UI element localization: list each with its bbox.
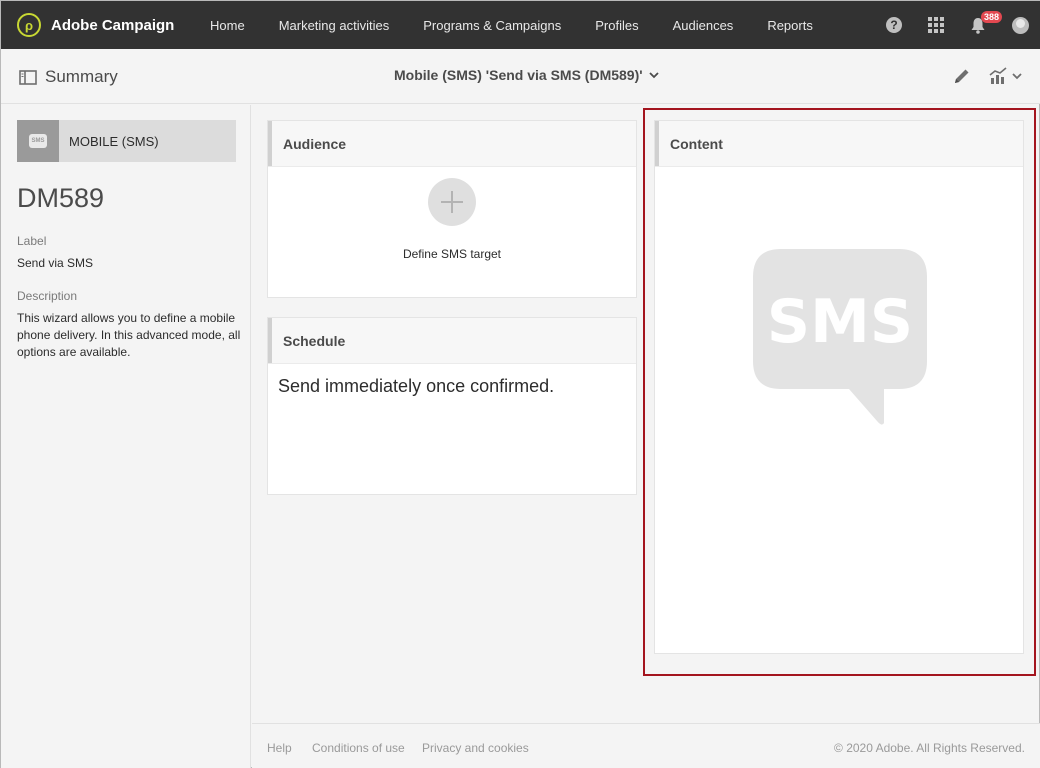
apps-button[interactable] bbox=[915, 1, 957, 49]
summary-label: Summary bbox=[45, 67, 118, 86]
top-navbar: ρ Adobe Campaign Home Marketing activiti… bbox=[1, 1, 1040, 49]
delivery-type: SMS MOBILE (SMS) bbox=[17, 120, 236, 162]
edit-button[interactable] bbox=[953, 67, 971, 90]
content-highlight-frame bbox=[643, 108, 1036, 676]
chevron-down-icon bbox=[648, 72, 659, 79]
adobe-campaign-logo-icon: ρ bbox=[17, 13, 41, 37]
audience-card-header: Audience bbox=[268, 121, 636, 167]
schedule-summary: Send immediately once confirmed. bbox=[278, 376, 555, 396]
schedule-card-header: Schedule bbox=[268, 318, 636, 364]
app-name: Adobe Campaign bbox=[51, 16, 175, 34]
label-heading: Label bbox=[17, 234, 47, 248]
audience-card: Audience Define SMS target bbox=[267, 120, 637, 298]
description-heading: Description bbox=[17, 289, 78, 303]
label-value: Send via SMS bbox=[17, 256, 94, 270]
breadcrumb-title: Mobile (SMS) 'Send via SMS (DM589)' bbox=[394, 67, 643, 83]
breadcrumb[interactable]: Mobile (SMS) 'Send via SMS (DM589)' bbox=[394, 67, 659, 83]
reports-menu-button[interactable] bbox=[989, 67, 1022, 85]
plus-icon bbox=[441, 191, 463, 213]
summary-sidebar: SMS MOBILE (SMS) DM589 Label Send via SM… bbox=[1, 105, 251, 768]
footer-link-conditions[interactable]: Conditions of use bbox=[312, 741, 405, 755]
footer: Help Conditions of use Privacy and cooki… bbox=[252, 723, 1040, 768]
chevron-down-icon bbox=[1012, 73, 1022, 80]
schedule-card[interactable]: Schedule Send immediately once confirmed… bbox=[267, 317, 637, 495]
define-sms-target-link[interactable]: Define SMS target bbox=[268, 247, 636, 261]
nav-item-marketing-activities[interactable]: Marketing activities bbox=[262, 18, 407, 33]
copyright: © 2020 Adobe. All Rights Reserved. bbox=[834, 741, 1025, 755]
description-value: This wizard allows you to define a mobil… bbox=[17, 311, 241, 359]
nav-item-audiences[interactable]: Audiences bbox=[656, 18, 751, 33]
avatar bbox=[1011, 16, 1029, 34]
brand[interactable]: ρ Adobe Campaign bbox=[1, 13, 193, 37]
schedule-title: Schedule bbox=[283, 332, 346, 349]
nav-item-home[interactable]: Home bbox=[193, 18, 262, 33]
nav-item-programs-campaigns[interactable]: Programs & Campaigns bbox=[406, 18, 578, 33]
notifications-button[interactable]: 388 bbox=[957, 1, 1003, 49]
summary-toggle[interactable]: Summary bbox=[19, 67, 118, 87]
delivery-code: DM589 bbox=[17, 183, 105, 213]
chart-icon bbox=[989, 67, 1007, 84]
help-button[interactable]: ? bbox=[873, 1, 915, 49]
sms-icon: SMS bbox=[17, 120, 59, 162]
delivery-type-label: MOBILE (SMS) bbox=[69, 133, 159, 149]
page-header: Summary Mobile (SMS) 'Send via SMS (DM58… bbox=[1, 49, 1040, 104]
user-menu-button[interactable] bbox=[999, 1, 1040, 49]
main-nav: Home Marketing activities Programs & Cam… bbox=[193, 1, 830, 49]
nav-item-reports[interactable]: Reports bbox=[750, 18, 830, 33]
add-target-button[interactable] bbox=[428, 178, 476, 226]
panel-icon bbox=[19, 69, 37, 85]
audience-title: Audience bbox=[283, 135, 347, 152]
pencil-icon bbox=[955, 69, 969, 83]
footer-link-help[interactable]: Help bbox=[267, 741, 292, 755]
help-icon: ? bbox=[886, 17, 902, 33]
apps-grid-icon bbox=[928, 17, 944, 33]
footer-link-privacy[interactable]: Privacy and cookies bbox=[422, 741, 529, 755]
nav-item-profiles[interactable]: Profiles bbox=[578, 18, 655, 33]
